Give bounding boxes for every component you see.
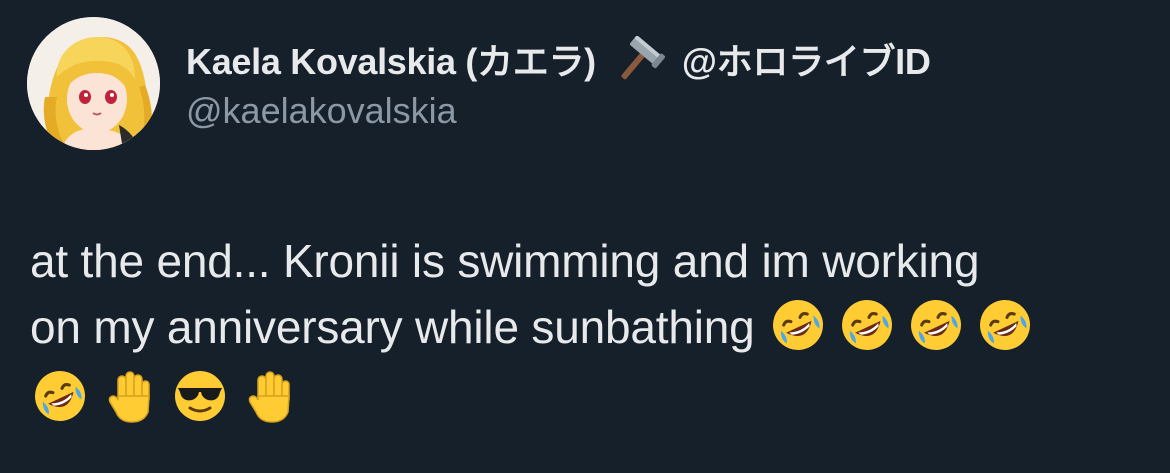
tweet-body: at the end... Kronii is swimming and im … [30, 228, 1150, 360]
tweet-text-line-1: at the end... Kronii is swimming and im … [30, 235, 980, 287]
rofl-emoji [906, 295, 966, 355]
rofl-emoji [768, 295, 828, 355]
author-avatar[interactable] [27, 17, 160, 150]
tweet-text-line-2: on my anniversary while sunbathing [30, 294, 1150, 360]
author-affiliation[interactable]: @ホロライブID [682, 33, 931, 85]
tweet-emoji-row [30, 366, 300, 426]
author-handle[interactable]: @kaelakovalskia [186, 90, 457, 132]
author-name-line[interactable]: Kaela Kovalskia (カエラ) @ホロライブID [186, 33, 931, 85]
rofl-emoji [30, 366, 90, 426]
line-2-emojis [768, 295, 1035, 355]
avatar-image [27, 17, 160, 150]
hammer-icon [612, 35, 666, 82]
raised-hand-emoji [100, 366, 160, 426]
tweet-card: Kaela Kovalskia (カエラ) @ホロライブID @kaelakov… [0, 0, 1170, 473]
tweet-text-line-2-text: on my anniversary while sunbathing [30, 301, 755, 353]
raised-hand-emoji [240, 366, 300, 426]
author-display-name[interactable]: Kaela Kovalskia (カエラ) [186, 33, 596, 85]
rofl-emoji [975, 295, 1035, 355]
sunglasses-emoji [170, 366, 230, 426]
rofl-emoji [837, 295, 897, 355]
